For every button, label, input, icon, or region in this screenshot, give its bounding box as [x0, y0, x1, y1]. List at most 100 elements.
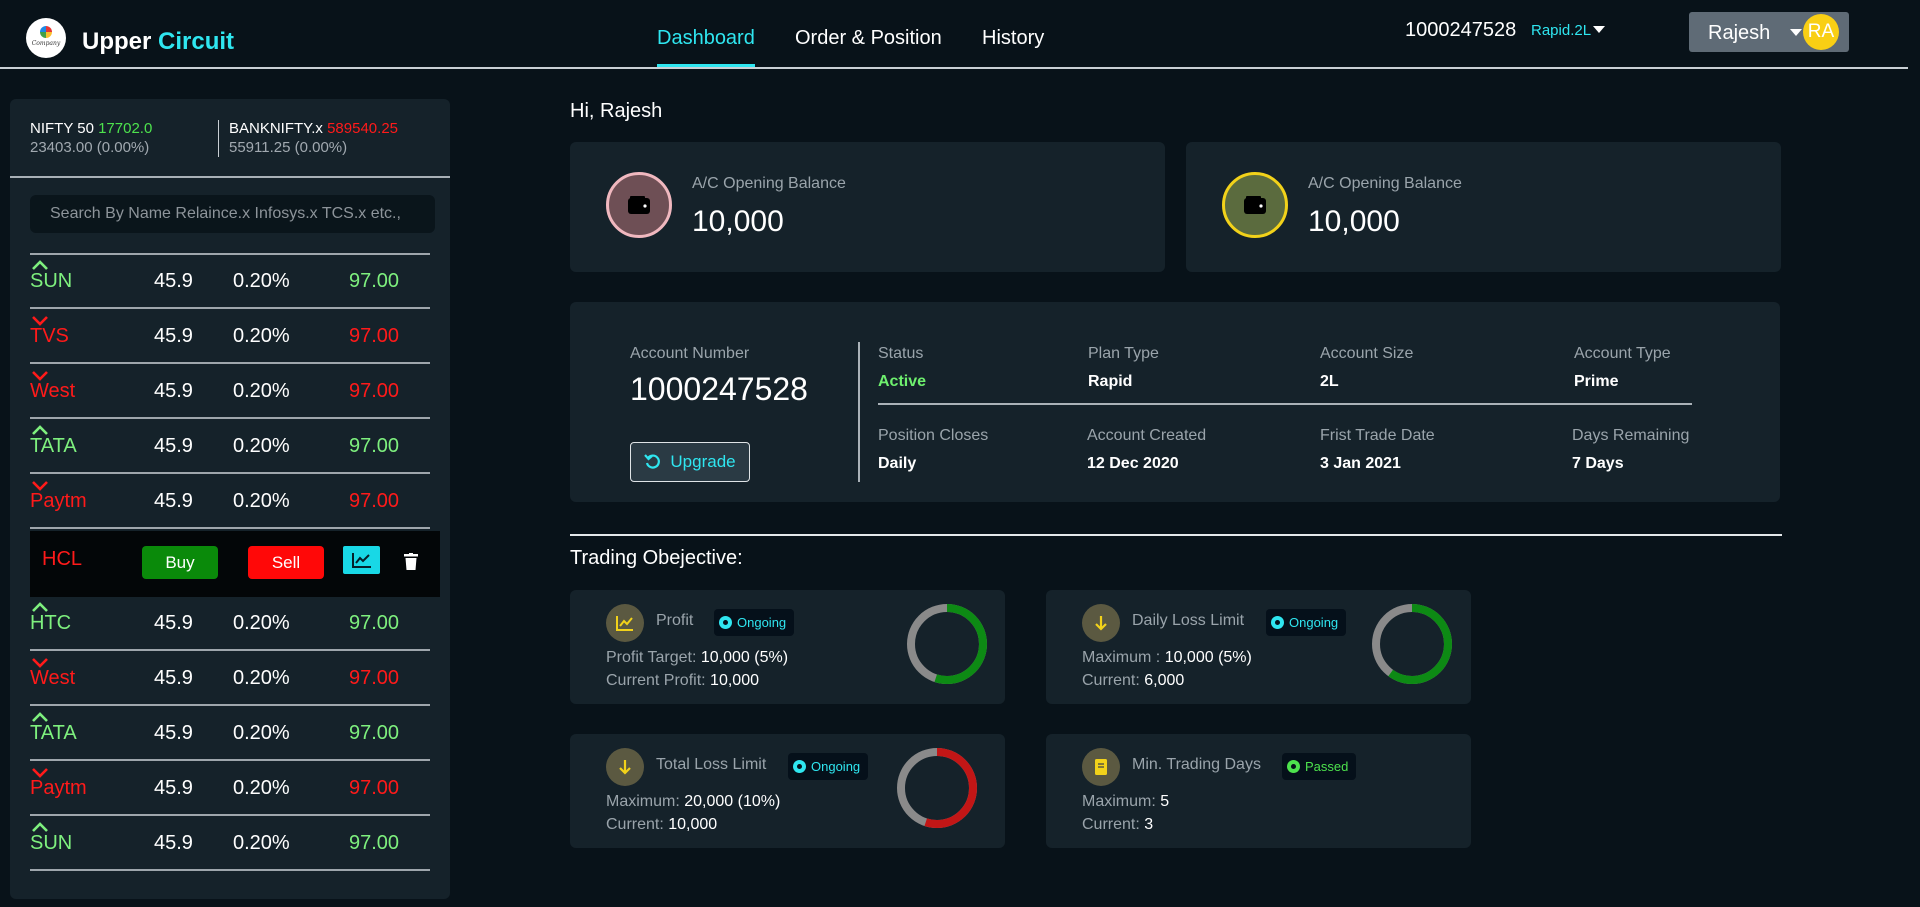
index-divider — [218, 120, 219, 157]
row-symbol: Paytm — [30, 490, 87, 512]
row-symbol: SUN — [30, 832, 73, 854]
row-price: 45.9 — [154, 490, 193, 512]
arrow-down-icon — [1082, 604, 1120, 642]
watchlist-row[interactable]: HTC 45.9 0.20% 97.00 — [30, 597, 430, 651]
watchlist-row[interactable]: Paytm 45.9 0.20% 97.00 — [30, 762, 430, 816]
search-input[interactable] — [30, 195, 435, 233]
objective-title: Daily Loss Limit — [1132, 612, 1245, 629]
balance-card: A/C Opening Balance 10,000 — [570, 142, 1165, 272]
plan-dropdown[interactable]: Rapid.2L — [1531, 22, 1606, 39]
objective-line-2: Current: 10,000 — [606, 816, 718, 833]
brand-name[interactable]: Upper Circuit — [82, 28, 234, 56]
row-value: 97.00 — [349, 667, 400, 689]
watchlist-row[interactable]: West 45.9 0.20% 97.00 — [30, 365, 430, 419]
objective-title: Total Loss Limit — [656, 756, 767, 773]
watchlist-row[interactable]: TVS 45.9 0.20% 97.00 — [30, 310, 430, 364]
row-value: 97.00 — [349, 490, 400, 512]
delete-button[interactable] — [400, 548, 422, 574]
objective-title: Profit — [656, 612, 694, 629]
row-divider — [30, 362, 430, 364]
row-price: 45.9 — [154, 380, 193, 402]
account-details-card: Account Number 1000247528 Upgrade Status… — [570, 302, 1780, 502]
avatar[interactable]: RA — [1803, 14, 1839, 50]
account-size-label: Account Size — [1320, 345, 1414, 362]
row-price: 45.9 — [154, 270, 193, 292]
index-nifty[interactable]: NIFTY 50 17702.0 23403.00 (0.00%) — [30, 119, 152, 157]
objective-line-2: Current: 6,000 — [1082, 672, 1185, 689]
refresh-icon — [644, 454, 661, 469]
chart-button[interactable] — [343, 546, 380, 574]
row-change: 0.20% — [233, 612, 290, 634]
watchlist-row[interactable]: SUN 45.9 0.20% 97.00 — [30, 255, 430, 309]
trash-icon — [404, 552, 418, 570]
watchlist-row[interactable]: Paytm 45.9 0.20% 97.00 — [30, 475, 430, 529]
watchlist-row[interactable]: SUN 45.9 0.20% 97.00 — [30, 817, 430, 871]
wallet-icon — [606, 172, 672, 238]
chart-line-icon — [606, 604, 644, 642]
upgrade-button[interactable]: Upgrade — [630, 442, 750, 482]
objective-card-profit: Profit Ongoing Profit Target: 10,000 (5%… — [570, 590, 1005, 704]
status-badge: Ongoing — [788, 753, 869, 780]
progress-ring — [897, 748, 977, 828]
row-change: 0.20% — [233, 777, 290, 799]
balance-card: A/C Opening Balance 10,000 — [1186, 142, 1781, 272]
watchlist-row[interactable]: TATA 45.9 0.20% 97.00 — [30, 420, 430, 474]
row-value: 97.00 — [349, 722, 400, 744]
index-banknifty[interactable]: BANKNIFTY.x 589540.25 55911.25 (0.00%) — [229, 119, 398, 157]
row-divider — [30, 417, 430, 419]
row-divider — [30, 649, 430, 651]
user-menu-button[interactable]: Rajesh RA — [1689, 12, 1849, 52]
row-divider — [30, 814, 430, 816]
objective-line-1: Maximum: 20,000 (10%) — [606, 793, 781, 810]
objective-line-1: Maximum : 10,000 (5%) — [1082, 649, 1252, 666]
status-label: Status — [878, 345, 924, 362]
objective-card-min-days: Min. Trading Days Passed Maximum: 5 Curr… — [1046, 734, 1471, 848]
objective-card-total-loss: Total Loss Limit Ongoing Maximum: 20,000… — [570, 734, 1005, 848]
header-account-number: 1000247528 — [1405, 19, 1517, 41]
account-divider-vertical — [858, 342, 860, 482]
row-divider — [30, 527, 430, 529]
objective-divider — [570, 534, 1782, 536]
objective-line-2: Current Profit: 10,000 — [606, 672, 759, 689]
row-change: 0.20% — [233, 832, 290, 854]
row-divider — [30, 704, 430, 706]
days-remaining-label: Days Remaining — [1572, 427, 1690, 444]
balance-amount: 10,000 — [1308, 205, 1400, 238]
balance-amount: 10,000 — [692, 205, 784, 238]
watchlist-row[interactable]: TATA 45.9 0.20% 97.00 — [30, 707, 430, 761]
row-change: 0.20% — [233, 667, 290, 689]
header-divider — [0, 67, 1908, 69]
nav-order-position[interactable]: Order & Position — [795, 27, 942, 50]
objective-card-daily-loss: Daily Loss Limit Ongoing Maximum : 10,00… — [1046, 590, 1471, 704]
document-icon — [1082, 748, 1120, 786]
index-value: 17702.0 — [98, 120, 153, 137]
watchlist-row-selected[interactable]: HCL Buy Sell — [30, 531, 440, 597]
buy-button[interactable]: Buy — [142, 546, 218, 579]
account-number-label: Account Number — [630, 345, 750, 362]
index-name: BANKNIFTY.x — [229, 120, 323, 137]
position-closes-label: Position Closes — [878, 427, 989, 444]
caret-down-icon — [1593, 26, 1606, 33]
row-divider — [30, 307, 430, 309]
sell-button[interactable]: Sell — [248, 546, 324, 579]
row-change: 0.20% — [233, 435, 290, 457]
row-price: 45.9 — [154, 325, 193, 347]
company-logo[interactable]: Company — [26, 18, 66, 58]
nav-dashboard[interactable]: Dashboard — [657, 27, 755, 50]
objective-title: Trading Obejective: — [570, 547, 743, 569]
row-change: 0.20% — [233, 490, 290, 512]
status-badge: Ongoing — [1266, 609, 1347, 636]
plan-type-label: Plan Type — [1088, 345, 1159, 362]
status-badge: Passed — [1282, 753, 1357, 780]
row-change: 0.20% — [233, 325, 290, 347]
status-badge: Ongoing — [714, 609, 795, 636]
progress-ring — [1372, 604, 1452, 684]
plan-dropdown-label: Rapid.2L — [1531, 22, 1592, 39]
status-badge: Active — [878, 373, 927, 390]
watchlist-panel: NIFTY 50 17702.0 23403.00 (0.00%) BANKNI… — [10, 99, 450, 899]
nav-history[interactable]: History — [982, 27, 1044, 50]
sidebar-divider — [10, 176, 450, 178]
row-value: 97.00 — [349, 435, 400, 457]
row-symbol: HCL — [42, 548, 83, 570]
watchlist-row[interactable]: West 45.9 0.20% 97.00 — [30, 652, 430, 706]
